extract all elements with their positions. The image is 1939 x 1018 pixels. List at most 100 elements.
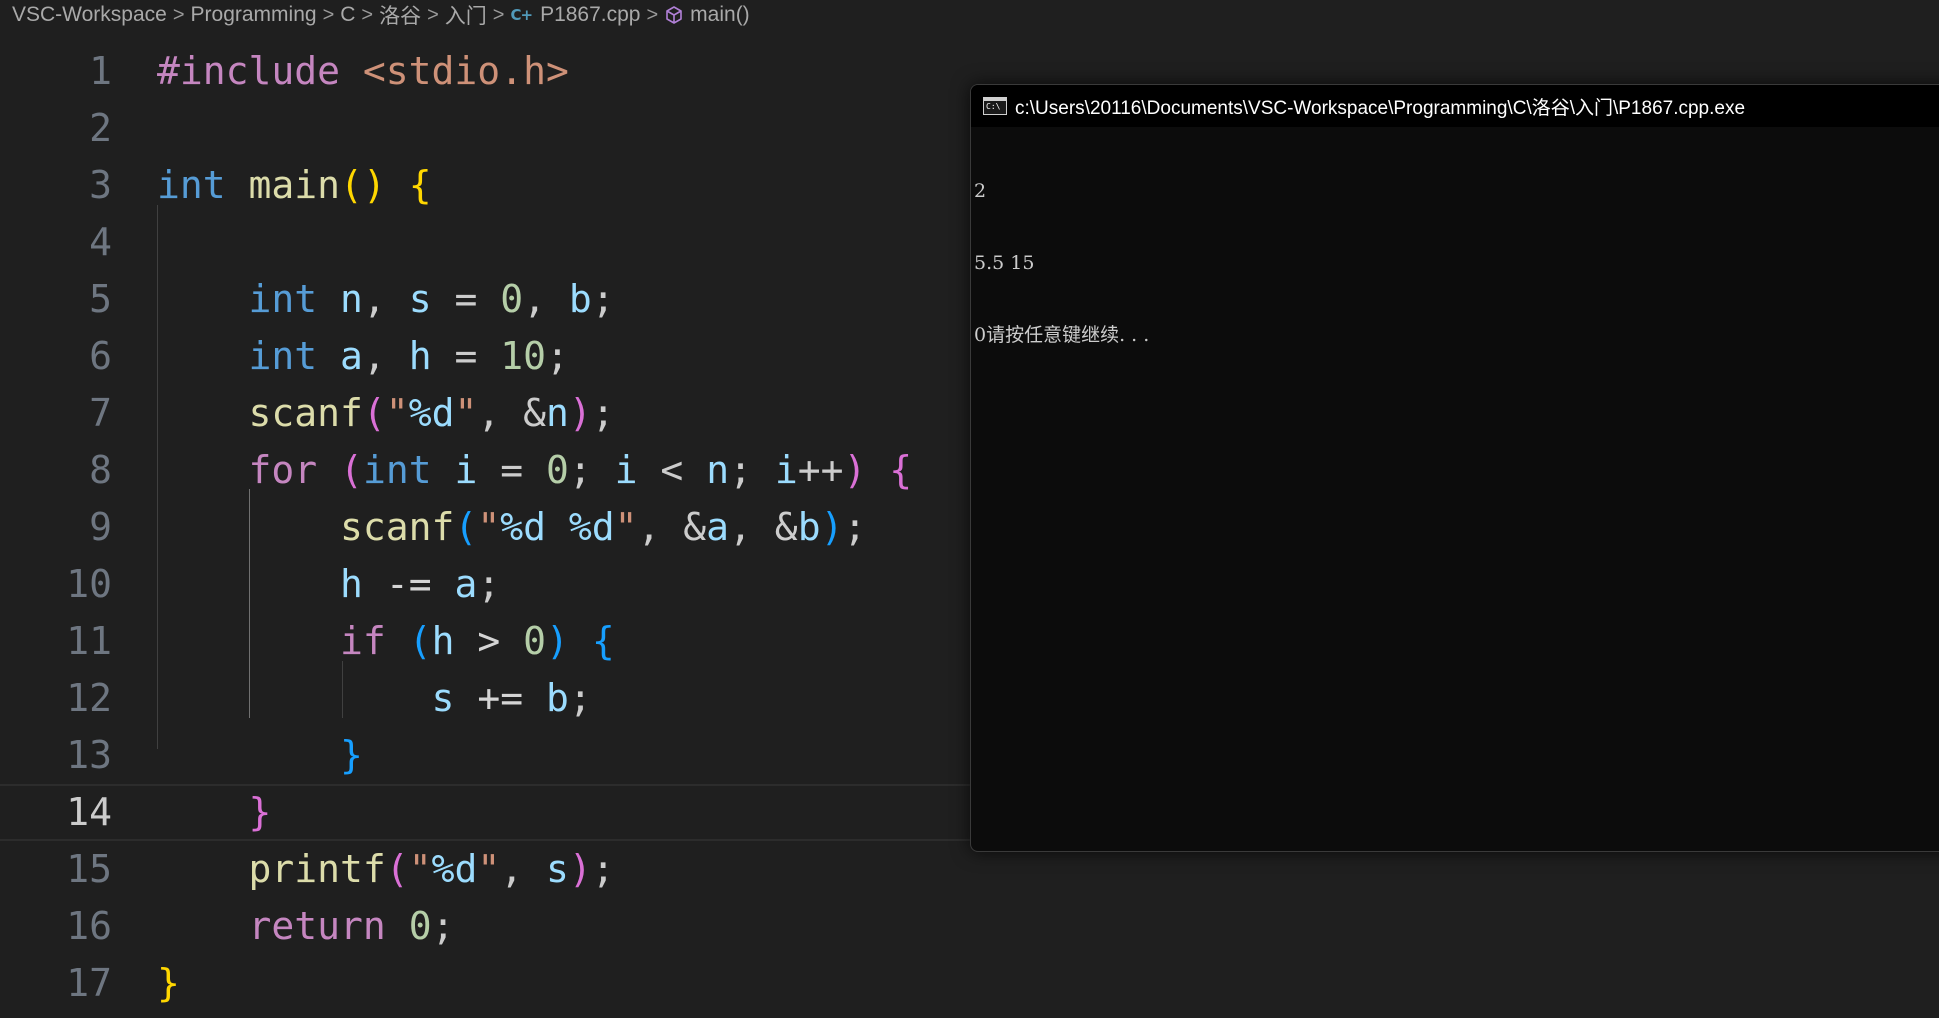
token-number: 0 xyxy=(546,448,569,492)
token-string: " xyxy=(614,505,638,549)
token-variable: n xyxy=(706,448,730,492)
token-bracket: ) xyxy=(568,391,592,435)
token-directive: #include xyxy=(157,49,341,93)
token-variable: i xyxy=(774,448,798,492)
breadcrumb-item-c[interactable]: C xyxy=(340,3,355,27)
token-brace: { xyxy=(408,163,432,207)
method-cube-icon xyxy=(666,6,682,24)
token-operator: > xyxy=(477,619,501,663)
token-header: <stdio.h> xyxy=(362,49,569,93)
code-text[interactable]: h -= a; xyxy=(157,556,500,613)
code-text[interactable]: int n, s = 0, b; xyxy=(157,271,615,328)
token-operator: -= xyxy=(385,562,432,606)
breadcrumb-item-programming[interactable]: Programming xyxy=(191,3,317,27)
token-bracket: ) xyxy=(568,847,592,891)
code-line[interactable]: 16 return 0; xyxy=(0,898,1939,955)
breadcrumb: VSC-Workspace > Programming > C > 洛谷 > 入… xyxy=(0,0,1939,30)
breadcrumb-symbol-label: main() xyxy=(690,3,750,26)
line-number: 1 xyxy=(89,49,112,93)
breadcrumb-item-workspace[interactable]: VSC-Workspace xyxy=(12,3,167,27)
token-type: int xyxy=(157,163,226,207)
token-brace: { xyxy=(591,619,615,663)
token-bracket: ( xyxy=(340,448,363,492)
console-output-line: 5.5 15 xyxy=(974,252,1035,274)
token-variable: n xyxy=(545,391,569,435)
token-function: scanf xyxy=(248,391,363,435)
line-number: 15 xyxy=(66,847,112,891)
chevron-right-icon: > xyxy=(172,3,185,26)
console-output[interactable]: 2 5.5 15 0请按任意键继续. . . xyxy=(974,131,1149,395)
token-function: scanf xyxy=(340,505,455,549)
token-brace: } xyxy=(340,733,363,777)
code-text[interactable]: } xyxy=(157,727,363,784)
chevron-right-icon: > xyxy=(492,3,505,26)
token-variable: s xyxy=(408,277,432,321)
token-string: " xyxy=(477,505,501,549)
line-number: 3 xyxy=(89,163,112,207)
breadcrumb-item-symbol[interactable]: main() xyxy=(664,3,750,27)
breadcrumb-item-luogu[interactable]: 洛谷 xyxy=(379,0,421,30)
token-bracket: ( xyxy=(340,163,363,207)
token-number: 0 xyxy=(500,277,524,321)
token-keyword: if xyxy=(340,619,386,663)
code-text[interactable]: #include <stdio.h> xyxy=(157,43,569,100)
token-variable: b xyxy=(545,676,569,720)
code-text[interactable]: scanf("%d %d", &a, &b); xyxy=(157,499,866,556)
code-text[interactable]: int main() { xyxy=(157,157,432,214)
line-number: 9 xyxy=(89,505,112,549)
console-icon-label: C:\ xyxy=(986,102,1001,111)
token-number: 0 xyxy=(408,904,432,948)
code-text[interactable]: for (int i = 0; i < n; i++) { xyxy=(157,442,913,499)
token-variable: n xyxy=(340,277,363,321)
token-bracket: ( xyxy=(454,505,478,549)
breadcrumb-item-intro[interactable]: 入门 xyxy=(445,0,487,30)
chevron-right-icon: > xyxy=(361,3,374,26)
token-bracket: ) xyxy=(843,448,867,492)
token-string: " xyxy=(385,391,409,435)
token-number: 0 xyxy=(523,619,547,663)
code-text[interactable]: } xyxy=(157,955,180,1012)
token-bracket: ( xyxy=(408,619,432,663)
token-format: %d xyxy=(431,847,478,891)
token-function: main xyxy=(248,163,341,207)
token-variable: a xyxy=(340,334,363,378)
token-format: %d xyxy=(568,505,615,549)
code-text[interactable]: scanf("%d", &n); xyxy=(157,385,615,442)
line-number: 10 xyxy=(66,562,112,606)
token-function: printf xyxy=(248,847,386,891)
token-format: %d xyxy=(408,391,455,435)
console-app-icon: C:\ xyxy=(983,97,1007,115)
code-text[interactable]: } xyxy=(157,784,272,841)
line-number: 11 xyxy=(66,619,112,663)
token-string: " xyxy=(408,847,432,891)
token-variable: b xyxy=(797,505,821,549)
code-text[interactable]: return 0; xyxy=(157,898,455,955)
chevron-right-icon: > xyxy=(646,3,659,26)
code-text[interactable]: s += b; xyxy=(157,670,592,727)
cpp-file-icon: C+ xyxy=(510,6,533,24)
token-string: " xyxy=(477,847,501,891)
token-variable: i xyxy=(454,448,478,492)
token-bracket: ( xyxy=(362,391,386,435)
line-number: 16 xyxy=(66,904,112,948)
line-number: 2 xyxy=(89,106,112,150)
console-window[interactable]: C:\ c:\Users\20116\Documents\VSC-Workspa… xyxy=(970,84,1939,852)
token-type: int xyxy=(248,277,318,321)
code-line[interactable]: 17 } xyxy=(0,955,1939,1012)
token-bracket: ) xyxy=(362,163,386,207)
code-text[interactable]: if (h > 0) { xyxy=(157,613,615,670)
code-text[interactable]: int a, h = 10; xyxy=(157,328,569,385)
breadcrumb-item-file[interactable]: C+ P1867.cpp xyxy=(510,3,640,27)
code-text[interactable]: printf("%d", s); xyxy=(157,841,615,898)
token-variable: h xyxy=(340,562,363,606)
token-type: int xyxy=(248,334,318,378)
token-keyword: return xyxy=(248,904,386,948)
line-number: 5 xyxy=(89,277,112,321)
token-type: int xyxy=(362,448,432,492)
token-brace: } xyxy=(157,961,180,1005)
token-brace: { xyxy=(889,448,913,492)
console-titlebar[interactable]: C:\ c:\Users\20116\Documents\VSC-Workspa… xyxy=(971,85,1939,127)
line-number: 7 xyxy=(89,391,112,435)
chevron-right-icon: > xyxy=(427,3,439,26)
token-number: 10 xyxy=(500,334,546,378)
